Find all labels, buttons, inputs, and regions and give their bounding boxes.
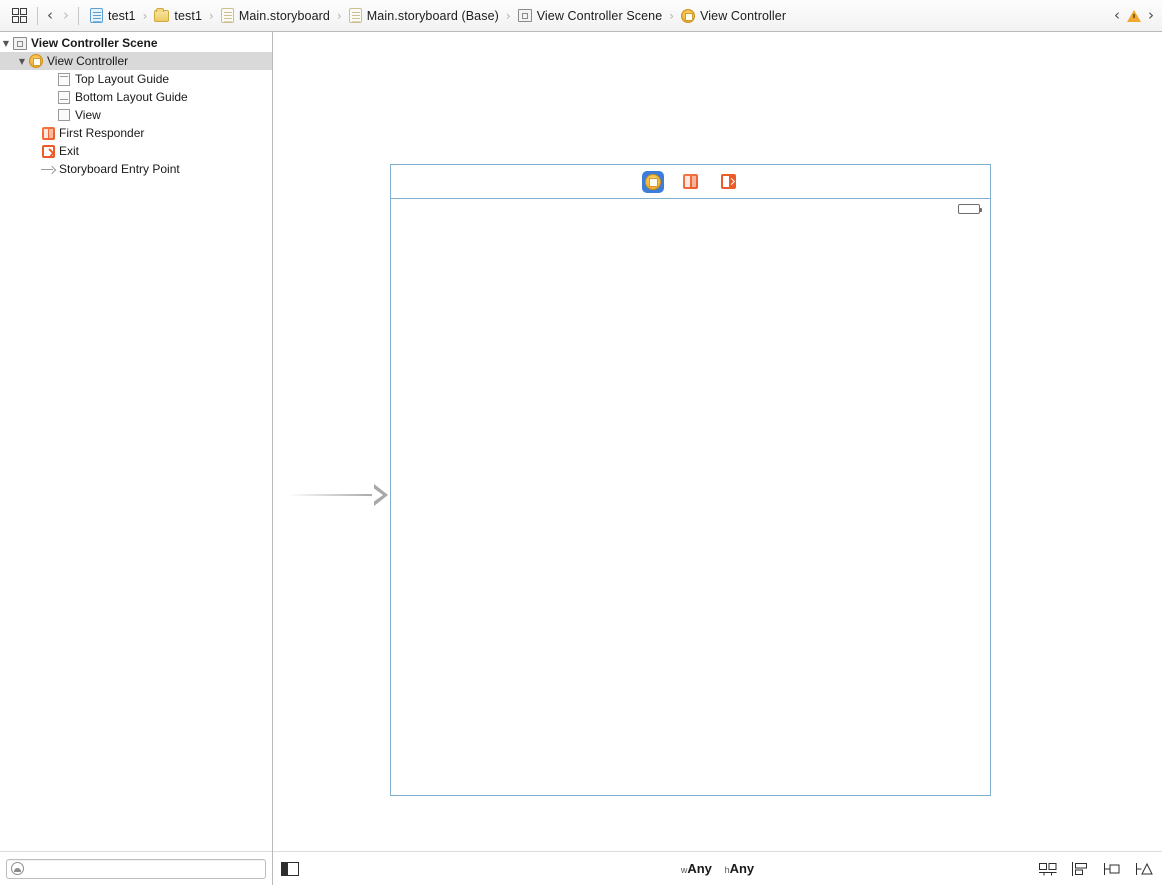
jumpbar-divider-2 (78, 7, 79, 25)
view-controller-dock-button[interactable] (642, 171, 664, 193)
battery-icon (958, 204, 980, 214)
first-responder-icon (40, 127, 56, 140)
breadcrumb-item-group[interactable]: test1 (154, 9, 202, 23)
breadcrumb-separator: › (337, 9, 342, 23)
outline-row-label: Storyboard Entry Point (56, 162, 180, 176)
scene-icon (518, 9, 532, 22)
top-layout-guide-icon (56, 73, 72, 86)
warning-triangle-icon[interactable] (1127, 10, 1141, 22)
outline-row-label: Exit (56, 144, 79, 158)
forward-button[interactable]: › (63, 8, 69, 23)
filter-icon (11, 862, 24, 875)
entry-point-arrow-icon (40, 165, 56, 173)
disclosure-triangle-icon[interactable]: ▼ (16, 57, 28, 66)
breadcrumb-separator: › (669, 9, 674, 23)
outline-row-label: First Responder (56, 126, 144, 140)
breadcrumb-separator: › (143, 9, 148, 23)
exit-icon (40, 145, 56, 158)
filter-input[interactable] (24, 863, 265, 875)
outline-row-bottom-layout-guide[interactable]: Bottom Layout Guide (0, 88, 272, 106)
folder-icon (154, 10, 169, 22)
document-outline-panel: ▼ View Controller Scene ▼ View Controlle… (0, 32, 273, 885)
pin-icon (1102, 861, 1122, 877)
canvas-bottom-bar: wAny hAny (273, 851, 1162, 885)
first-responder-dock-button[interactable] (680, 171, 702, 193)
entry-arrow-head (374, 484, 388, 506)
disclosure-triangle-icon[interactable]: ▼ (0, 39, 12, 48)
outline-row-storyboard-entry-point[interactable]: Storyboard Entry Point (0, 160, 272, 178)
view-controller-dock-icon (645, 174, 661, 190)
entry-arrow-shaft (288, 494, 374, 496)
autolayout-toolbar (1038, 861, 1154, 877)
simulated-status-bar (391, 199, 990, 219)
breadcrumb-separator: › (209, 9, 214, 23)
outline-row-label: Top Layout Guide (72, 72, 169, 86)
size-class-width-value: Any (687, 861, 712, 876)
bottom-layout-guide-icon (56, 91, 72, 104)
resolve-issues-button[interactable] (1134, 861, 1154, 877)
scene-dock (390, 164, 991, 198)
view-controller-scene[interactable] (390, 164, 991, 796)
outline-row-view-controller[interactable]: ▼ View Controller (0, 52, 272, 70)
outline-filter-field[interactable] (6, 859, 266, 879)
breadcrumb-item-project[interactable]: test1 (90, 8, 136, 23)
exit-dock-button[interactable] (718, 171, 740, 193)
outline-row-label: View Controller (44, 54, 128, 68)
previous-issue-button[interactable]: ‹ (1114, 8, 1120, 23)
outline-row-label: View Controller Scene (28, 36, 158, 50)
outline-row-view[interactable]: View (0, 106, 272, 124)
outline-row-exit[interactable]: Exit (0, 142, 272, 160)
breadcrumb-item-scene[interactable]: View Controller Scene (518, 9, 663, 23)
xcode-interface-builder-window: ‹ › test1 › test1 › Main.storyboard › (0, 0, 1162, 885)
stack-icon (1038, 861, 1058, 877)
outline-row-label: Bottom Layout Guide (72, 90, 188, 104)
document-outline-toggle-icon[interactable] (281, 862, 299, 876)
view-controller-canvas-view[interactable] (390, 198, 991, 796)
editor-body: ▼ View Controller Scene ▼ View Controlle… (0, 32, 1162, 885)
next-issue-button[interactable]: › (1148, 8, 1154, 23)
outline-footer (0, 851, 272, 885)
storyboard-document-icon (349, 8, 362, 23)
breadcrumb-item-storyboard[interactable]: Main.storyboard (221, 8, 330, 23)
align-button[interactable] (1070, 861, 1090, 877)
back-button[interactable]: ‹ (47, 8, 53, 23)
project-document-icon (90, 8, 103, 23)
issue-navigator-controls: ‹ › (1114, 8, 1156, 23)
outline-row-top-layout-guide[interactable]: Top Layout Guide (0, 70, 272, 88)
stack-view-button[interactable] (1038, 861, 1058, 877)
outline-row-label: View (72, 108, 101, 122)
grid-squares-icon (12, 8, 27, 23)
breadcrumb-separator: › (506, 9, 511, 23)
align-icon (1070, 861, 1090, 877)
view-controller-icon (681, 9, 695, 23)
size-class-width-prefix: w (681, 865, 688, 875)
pin-button[interactable] (1102, 861, 1122, 877)
first-responder-dock-icon (683, 174, 698, 189)
outline-row-view-controller-scene[interactable]: ▼ View Controller Scene (0, 34, 272, 52)
jump-bar: ‹ › test1 › test1 › Main.storyboard › (0, 0, 1162, 32)
outline-tree: ▼ View Controller Scene ▼ View Controlle… (0, 32, 272, 851)
storyboard-entry-point-arrow (288, 481, 388, 509)
scene-icon (12, 37, 28, 50)
size-class-indicator[interactable]: wAny hAny (273, 861, 1162, 876)
storyboard-canvas[interactable] (273, 32, 1162, 851)
jumpbar-divider-1 (37, 7, 38, 25)
outline-row-first-responder[interactable]: First Responder (0, 124, 272, 142)
outline-toggle-empty (288, 863, 298, 875)
storyboard-document-icon (221, 8, 234, 23)
size-class-height-value: Any (730, 861, 755, 876)
size-class-height-prefix: h (725, 865, 730, 875)
breadcrumb: test1 › test1 › Main.storyboard › Main.s… (84, 8, 1114, 23)
exit-dock-icon (721, 174, 736, 189)
canvas-panel: wAny hAny (273, 32, 1162, 885)
view-icon (56, 109, 72, 121)
related-items-button[interactable] (6, 8, 32, 23)
resolve-issues-icon (1134, 861, 1154, 877)
view-controller-icon (28, 54, 44, 68)
breadcrumb-item-view-controller[interactable]: View Controller (681, 9, 786, 23)
breadcrumb-item-storyboard-base[interactable]: Main.storyboard (Base) (349, 8, 499, 23)
